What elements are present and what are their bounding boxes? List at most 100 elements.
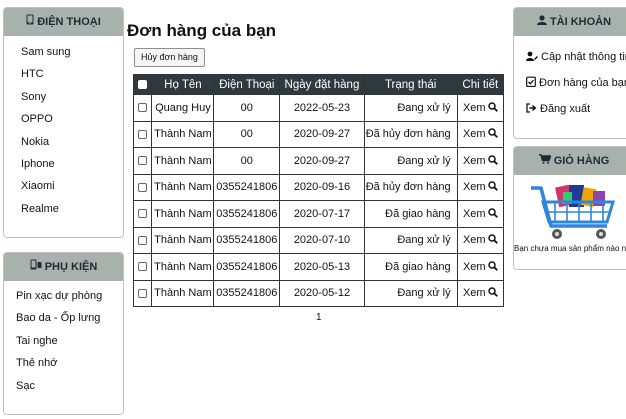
accessory-link[interactable]: Bao da - Ốp lưng bbox=[16, 307, 123, 329]
search-icon bbox=[487, 287, 498, 298]
row-select-cell bbox=[132, 200, 153, 228]
view-detail-link[interactable]: Xem bbox=[456, 226, 505, 254]
row-select-checkbox[interactable] bbox=[138, 288, 148, 298]
customer-phone: 0355241806 bbox=[213, 200, 281, 228]
accessories-category-panel: PHỤ KIỆN Pin xạc dự phòng Bao da - Ốp lư… bbox=[3, 252, 124, 415]
view-detail-link[interactable]: Xem bbox=[456, 200, 505, 228]
search-icon bbox=[487, 208, 498, 218]
search-icon bbox=[487, 102, 498, 112]
phone-brand-link[interactable]: Nokia bbox=[21, 131, 123, 153]
phone-category-panel: ĐIỆN THOẠI Sam sung HTC Sony OPPO Nokia … bbox=[3, 7, 124, 238]
logout-link[interactable]: Đăng xuất bbox=[526, 96, 626, 122]
view-detail-label: Xem bbox=[462, 181, 486, 194]
row-select-cell bbox=[132, 279, 153, 307]
phone-category-title: ĐIỆN THOẠI bbox=[37, 16, 101, 28]
order-date: 2022-05-23 bbox=[279, 94, 365, 122]
customer-name: Thành Nam bbox=[151, 173, 215, 201]
view-detail-link[interactable]: Xem bbox=[456, 94, 505, 122]
phone-brand-link[interactable]: Realme bbox=[21, 198, 123, 220]
view-detail-link[interactable]: Xem bbox=[456, 279, 505, 307]
search-icon bbox=[487, 155, 498, 165]
mobile-phone-icon bbox=[26, 8, 34, 36]
customer-phone: 00 bbox=[213, 94, 281, 122]
customer-phone: 0355241806 bbox=[213, 279, 281, 307]
row-select-checkbox[interactable] bbox=[138, 235, 148, 245]
column-header-phone: Điện Thoại bbox=[213, 74, 281, 95]
row-select-checkbox[interactable] bbox=[138, 156, 148, 166]
search-icon bbox=[487, 234, 498, 245]
customer-phone: 00 bbox=[213, 147, 281, 175]
phone-brand-link[interactable]: Sam sung bbox=[21, 41, 123, 63]
cart-panel: GIỎ HÀNG Bạn chưa mua sản phẩm nào nha :… bbox=[513, 146, 626, 270]
row-select-cell bbox=[132, 120, 153, 148]
row-select-cell bbox=[132, 253, 153, 281]
table-header-row: Họ Tên Điện Thoại Ngày đặt hàng Trạng th… bbox=[132, 74, 505, 95]
view-detail-link[interactable]: Xem bbox=[456, 147, 505, 175]
select-all-checkbox[interactable] bbox=[138, 79, 148, 89]
search-icon bbox=[487, 261, 498, 271]
view-detail-label: Xem bbox=[462, 234, 486, 247]
column-header-status: Trạng thái bbox=[363, 74, 458, 95]
order-date: 2020-07-10 bbox=[279, 226, 365, 254]
table-row: Thành Nam 0355241806 2020-07-17 Đã giao hàn… bbox=[132, 200, 505, 228]
view-detail-label: Xem bbox=[462, 128, 486, 141]
user-edit-icon bbox=[526, 51, 538, 64]
order-date: 2020-07-17 bbox=[279, 200, 365, 228]
row-select-checkbox[interactable] bbox=[138, 209, 148, 219]
cancel-order-button[interactable]: Hủy đơn hàng bbox=[134, 48, 205, 67]
accessory-link[interactable]: Sạc bbox=[16, 375, 123, 397]
pagination-current-page[interactable]: 1 bbox=[316, 312, 322, 323]
order-status: Đang xử lý bbox=[363, 147, 458, 175]
order-status: Đã giao hàng bbox=[363, 200, 458, 228]
accessory-link[interactable]: Pin xạc dự phòng bbox=[16, 285, 123, 307]
order-status: Đang xử lý bbox=[363, 226, 458, 254]
table-row: Quang Huy 00 2022-05-23 Đang xử lý Xem bbox=[132, 94, 505, 122]
order-status: Đã giao hàng bbox=[363, 253, 458, 281]
order-date: 2020-09-16 bbox=[279, 173, 365, 201]
phone-category-header: ĐIỆN THOẠI bbox=[4, 8, 123, 36]
view-detail-link[interactable]: Xem bbox=[456, 253, 505, 281]
my-orders-link[interactable]: Đơn hàng của bạn bbox=[526, 70, 626, 96]
order-status: Đã hủy đơn hàng bbox=[363, 120, 458, 148]
empty-cart-message: Bạn chưa mua sản phẩm nào nha :D bbox=[514, 244, 626, 253]
phone-brand-link[interactable]: Sony bbox=[21, 86, 123, 108]
phone-brand-link[interactable]: HTC bbox=[21, 63, 123, 85]
customer-phone: 0355241806 bbox=[213, 173, 281, 201]
row-select-checkbox[interactable] bbox=[138, 129, 148, 139]
phone-brand-link[interactable]: Xiaomi bbox=[21, 175, 123, 197]
account-title: TÀI KHOẢN bbox=[549, 16, 612, 28]
page-title: Đơn hàng của bạn bbox=[127, 21, 277, 40]
sign-out-icon bbox=[526, 102, 537, 116]
select-all-cell bbox=[132, 74, 153, 95]
column-header-name: Họ Tên bbox=[151, 74, 215, 95]
phone-brand-link[interactable]: Iphone bbox=[21, 153, 123, 175]
view-detail-link[interactable]: Xem bbox=[456, 120, 505, 148]
account-header: TÀI KHOẢN bbox=[514, 8, 626, 36]
phone-brand-link[interactable]: OPPO bbox=[21, 108, 123, 130]
accessory-link[interactable]: Tai nghe bbox=[16, 330, 123, 352]
update-profile-link[interactable]: Cập nhật thông tin bbox=[526, 44, 626, 70]
update-profile-label: Cập nhật thông tin bbox=[541, 51, 626, 63]
customer-phone: 0355241806 bbox=[213, 253, 281, 281]
order-status: Đã hủy đơn hàng bbox=[363, 173, 458, 201]
accessory-link[interactable]: Thẻ nhớ bbox=[16, 352, 123, 374]
orders-table: Họ Tên Điện Thoại Ngày đặt hàng Trạng th… bbox=[132, 74, 505, 307]
customer-name: Thành Nam bbox=[151, 226, 215, 254]
cart-header: GIỎ HÀNG bbox=[514, 147, 626, 175]
view-detail-link[interactable]: Xem bbox=[456, 173, 505, 201]
row-select-checkbox[interactable] bbox=[138, 103, 148, 113]
customer-name: Thành Nam bbox=[151, 120, 215, 148]
table-row: Thành Nam 00 2020-09-27 Đang xử lý Xem bbox=[132, 147, 505, 175]
table-row: Thành Nam 0355241806 2020-07-10 Đang xử lý X… bbox=[132, 226, 505, 254]
row-select-checkbox[interactable] bbox=[138, 262, 148, 272]
view-detail-label: Xem bbox=[462, 207, 486, 220]
order-date: 2020-05-12 bbox=[279, 279, 365, 307]
customer-name: Thành Nam bbox=[151, 200, 215, 228]
cart-title: GIỎ HÀNG bbox=[553, 155, 610, 167]
view-detail-label: Xem bbox=[462, 101, 486, 114]
shopping-cart-icon bbox=[538, 147, 552, 175]
row-select-checkbox[interactable] bbox=[138, 182, 148, 192]
customer-name: Quang Huy bbox=[151, 94, 215, 122]
accessories-icon bbox=[30, 253, 42, 281]
table-row: Thành Nam 00 2020-09-27 Đã hủy đơn hàng Xem bbox=[132, 120, 505, 148]
